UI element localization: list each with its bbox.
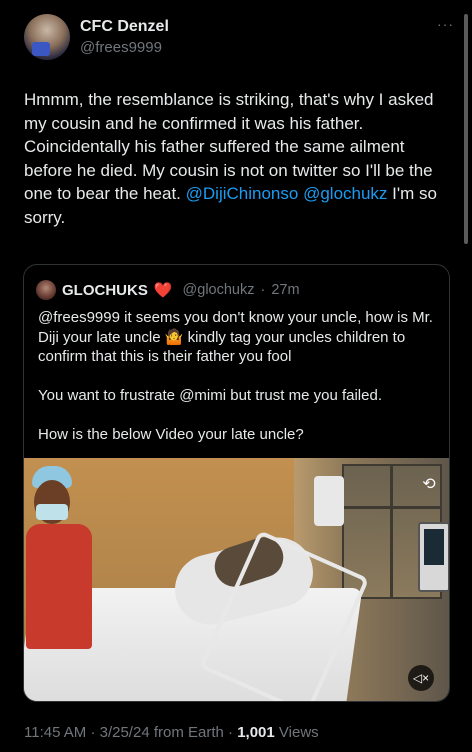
video-frame-monitor bbox=[418, 522, 449, 592]
video-frame-nurse bbox=[26, 466, 98, 651]
mention-link[interactable]: @glochukz bbox=[303, 184, 387, 203]
quoted-paragraph: How is the below Video your late uncle? bbox=[38, 426, 304, 443]
tweet-body: Hmmm, the resemblance is striking, that'… bbox=[24, 88, 454, 229]
tweet-time[interactable]: 11:45 AM bbox=[24, 724, 86, 741]
tweet-date[interactable]: 3/25/24 from Earth bbox=[100, 724, 224, 741]
tweet-header: CFC Denzel @frees9999 ··· bbox=[24, 12, 454, 64]
meta-separator: · bbox=[260, 282, 266, 298]
author-avatar[interactable] bbox=[24, 14, 70, 60]
quoted-author-name[interactable]: GLOCHUKS bbox=[62, 282, 148, 299]
more-options-icon[interactable]: ··· bbox=[437, 16, 454, 32]
video-frame-iv-drip bbox=[314, 476, 344, 526]
author-display-name[interactable]: CFC Denzel bbox=[80, 18, 169, 36]
video-player[interactable]: ⟲ ◁× bbox=[24, 458, 449, 701]
quoted-author-avatar[interactable] bbox=[36, 280, 56, 300]
author-handle[interactable]: @frees9999 bbox=[80, 39, 169, 56]
gif-icon[interactable]: ⟲ bbox=[418, 474, 440, 496]
quoted-tweet-body: @frees9999 it seems you don't know your … bbox=[38, 308, 438, 464]
scrollbar[interactable] bbox=[464, 14, 468, 244]
mention-link[interactable]: @DijiChinonso bbox=[186, 184, 299, 203]
quoted-tweet-header: GLOCHUKS ❤️ @glochukz · 27m bbox=[36, 279, 300, 301]
volume-muted-icon[interactable]: ◁× bbox=[408, 665, 434, 691]
quoted-author-handle[interactable]: @glochukz bbox=[183, 282, 255, 298]
author-info[interactable]: CFC Denzel @frees9999 bbox=[80, 18, 169, 56]
views-count: 1,001 bbox=[237, 724, 275, 741]
heart-emoji-icon: ❤️ bbox=[153, 282, 173, 299]
avatar-jersey bbox=[32, 42, 50, 56]
quoted-tweet[interactable]: GLOCHUKS ❤️ @glochukz · 27m @frees9999 i… bbox=[23, 264, 450, 702]
quoted-time-ago[interactable]: 27m bbox=[271, 282, 299, 298]
tweet-footer: 11:45 AM · 3/25/24 from Earth · 1,001 Vi… bbox=[24, 724, 319, 741]
footer-separator: · bbox=[228, 724, 234, 741]
quoted-paragraph: You want to frustrate @mimi but trust me… bbox=[38, 387, 382, 404]
views-label: Views bbox=[278, 724, 319, 741]
footer-separator: · bbox=[90, 724, 96, 741]
quoted-paragraph: @frees9999 it seems you don't know your … bbox=[38, 309, 433, 365]
